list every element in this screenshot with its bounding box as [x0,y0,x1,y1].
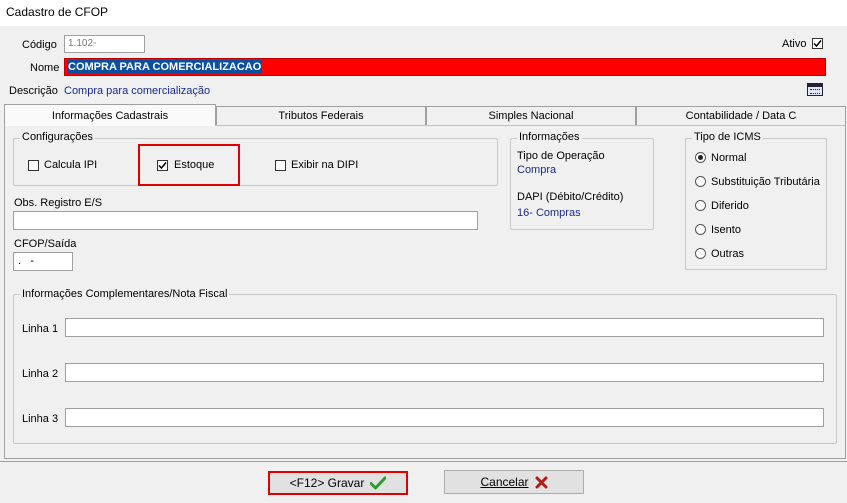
calcula-ipi-checkbox[interactable] [28,160,39,171]
linha3-label: Linha 3 [22,413,59,425]
dapi-value: 16- Compras [517,207,581,219]
icms-substituicao-label: Substituição Tributária [711,176,820,188]
icms-normal-radio[interactable] [695,152,706,163]
tab-tributos-federais[interactable]: Tributos Federais [216,106,426,125]
check-icon [813,40,822,48]
cfop-saida-label: CFOP/Saída [14,238,77,250]
linha2-label: Linha 2 [22,368,59,380]
tab-simples-nacional[interactable]: Simples Nacional [426,106,636,125]
obs-label: Obs. Registro E/S [14,197,103,209]
checkmark-icon [370,476,387,490]
icms-outras-label: Outras [711,248,745,260]
window-title: Cadastro de CFOP [6,5,109,19]
icms-outras-radio[interactable] [695,248,706,259]
calcula-ipi-label: Calcula IPI [44,159,98,171]
codigo-label: Código [22,39,57,51]
cfop-saida-input[interactable]: . - [13,252,73,271]
tab-contabilidade[interactable]: Contabilidade / Data C [636,106,846,125]
linha1-label: Linha 1 [22,323,59,335]
linha1-input[interactable] [65,318,824,337]
cancelar-button[interactable]: Cancelar [444,470,584,494]
informacoes-title: Informações [517,131,582,143]
tipo-operacao-label: Tipo de Operação [517,150,605,162]
complementares-title: Informações Complementares/Nota Fiscal [20,288,230,300]
gravar-label: <F12> Gravar [289,476,365,490]
cancelar-label: Cancelar [480,475,529,489]
exibir-dipi-checkbox[interactable] [275,160,286,171]
ativo-checkbox[interactable] [812,38,823,49]
estoque-label: Estoque [174,159,215,171]
tab-informacoes-cadastrais[interactable]: Informações Cadastrais [4,104,216,126]
icms-substituicao-radio[interactable] [695,176,706,187]
exibir-dipi-label: Exibir na DIPI [291,159,359,171]
ativo-label: Ativo [782,38,807,50]
dapi-label: DAPI (Débito/Crédito) [517,191,624,203]
icms-diferido-radio[interactable] [695,200,706,211]
descricao-label: Descrição [9,85,58,97]
icms-diferido-label: Diferido [711,200,749,212]
obs-input[interactable] [13,211,478,230]
footer-divider [0,461,847,462]
close-icon [535,476,548,488]
tipo-operacao-value: Compra [517,164,557,176]
estoque-checkbox[interactable] [157,160,168,171]
nome-label: Nome [30,62,60,74]
linha2-input[interactable] [65,363,824,382]
nome-field[interactable]: COMPRA PARA COMERCIALIZACAO [64,58,826,76]
calendar-icon[interactable] [807,83,823,96]
configuracoes-title: Configurações [20,131,95,143]
icms-isento-radio[interactable] [695,224,706,235]
title-bar [0,0,847,26]
linha3-input[interactable] [65,408,824,427]
codigo-field[interactable]: 1.102- [64,35,145,53]
icms-normal-label: Normal [711,152,747,164]
gravar-button[interactable]: <F12> Gravar [268,471,408,495]
icms-isento-label: Isento [711,224,741,236]
nome-value: COMPRA PARA COMERCIALIZACAO [67,60,263,74]
tipo-icms-group [685,138,827,270]
check-icon [158,162,167,170]
tipo-icms-title: Tipo de ICMS [692,131,763,143]
descricao-value: Compra para comercialização [64,85,211,97]
